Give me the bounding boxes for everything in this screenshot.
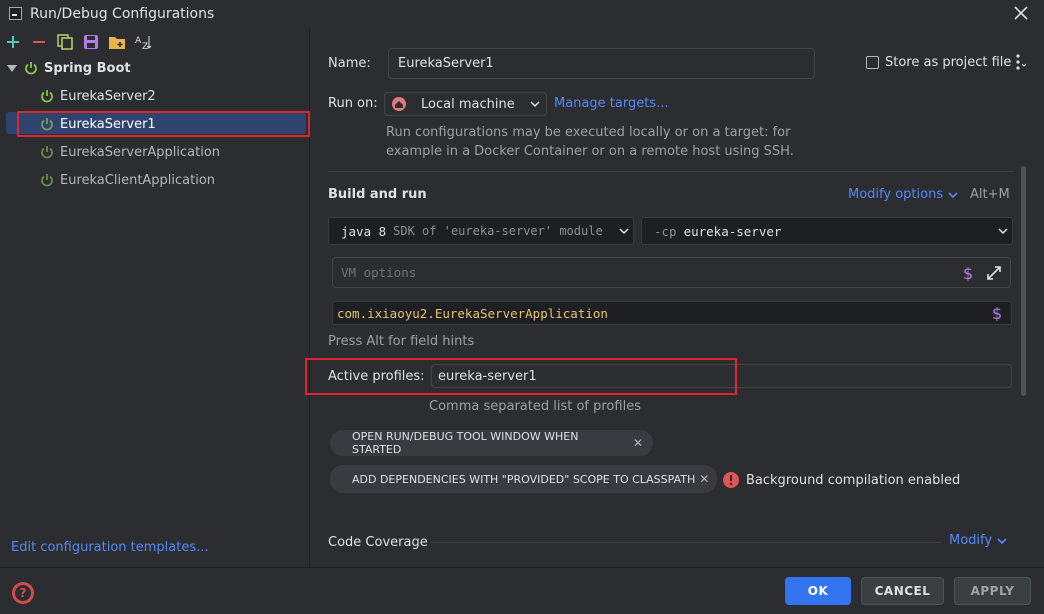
- ok-button[interactable]: OK: [785, 577, 851, 605]
- more-options-button[interactable]: [1013, 52, 1027, 76]
- classpath-module-dropdown[interactable]: -cp eureka-server: [641, 217, 1013, 245]
- help-icon: ?: [15, 585, 31, 601]
- more-vertical-icon: [1016, 54, 1027, 70]
- code-coverage-title: Code Coverage: [328, 535, 428, 550]
- modify-code-coverage-button[interactable]: Modify: [949, 533, 1007, 548]
- remove-configuration-button[interactable]: [29, 32, 49, 52]
- chevron-down-icon: [997, 537, 1007, 544]
- modify-options-button[interactable]: Modify options: [848, 187, 958, 202]
- configuration-form-panel: Name: EurekaServer1 Store as project fil…: [305, 28, 1044, 567]
- run-on-hint-line-2: example in a Docker Container or on a re…: [386, 144, 794, 159]
- svg-text:A: A: [135, 36, 142, 46]
- divider: [328, 171, 1014, 172]
- minus-icon: [33, 41, 45, 43]
- main-class-value: com.ixiaoyu2.EurekaServerApplication: [337, 305, 608, 321]
- field-hints-text: Press Alt for field hints: [328, 334, 475, 349]
- chevron-down-icon: [530, 101, 540, 108]
- svg-text:$: $: [992, 304, 1002, 322]
- chevron-down-icon: [948, 191, 958, 198]
- tree-item-eurekaclientapplication[interactable]: EurekaClientApplication: [0, 167, 310, 193]
- spring-boot-icon: [41, 146, 53, 159]
- tree-item-label: EurekaClientApplication: [60, 172, 216, 188]
- modify-options-shortcut: Alt+M: [970, 187, 1010, 202]
- spring-boot-icon: [41, 90, 53, 103]
- copy-icon: [57, 34, 73, 50]
- option-chip-open-tool-window[interactable]: OPEN RUN/DEBUG TOOL WINDOW WHEN STARTED …: [330, 430, 653, 456]
- background-compilation-text: Background compilation enabled: [746, 472, 961, 488]
- background-compilation-warning: Background compilation enabled: [722, 471, 960, 489]
- dollar-icon: $: [992, 304, 1002, 322]
- classpath-value: eureka-server: [683, 223, 782, 239]
- cancel-button[interactable]: CANCEL: [861, 577, 944, 605]
- chevron-down-icon: [619, 228, 629, 235]
- add-configuration-button[interactable]: [3, 32, 23, 52]
- folder-add-icon: [109, 37, 125, 49]
- store-label: Store as project file: [885, 55, 1012, 70]
- close-icon[interactable]: ✕: [699, 472, 709, 486]
- annotation-highlight-box: [305, 358, 737, 395]
- move-to-folder-button[interactable]: [107, 32, 127, 52]
- sort-alpha-icon: AZ: [135, 36, 152, 50]
- jdk-detail: SDK of 'eureka-server' module: [393, 224, 603, 238]
- annotation-highlight-box: [17, 111, 310, 137]
- help-button[interactable]: ?: [12, 582, 34, 604]
- save-icon: [84, 35, 98, 49]
- name-field[interactable]: EurekaServer1: [388, 48, 815, 79]
- chevron-down-icon: [998, 228, 1008, 235]
- tree-item-label: EurekaServerApplication: [60, 144, 221, 160]
- name-label: Name:: [328, 56, 371, 71]
- title-bar: Run/Debug Configurations: [0, 0, 1044, 28]
- spring-boot-icon: [25, 62, 37, 75]
- copy-configuration-button[interactable]: [55, 32, 75, 52]
- run-on-dropdown[interactable]: Local machine: [384, 92, 547, 116]
- close-icon: [1014, 6, 1028, 20]
- divider: [431, 542, 941, 543]
- vm-options-field[interactable]: VM options $: [332, 257, 1011, 288]
- save-configuration-button[interactable]: [81, 32, 101, 52]
- tree-group-spring-boot[interactable]: Spring Boot: [0, 55, 310, 81]
- close-icon[interactable]: ✕: [633, 436, 643, 450]
- modify-label: Modify: [949, 533, 993, 548]
- active-profiles-hint: Comma separated list of profiles: [429, 399, 641, 414]
- chip-label: ADD DEPENDENCIES WITH "PROVIDED" SCOPE T…: [352, 472, 696, 486]
- plus-icon: [7, 36, 19, 48]
- svg-text:$: $: [963, 264, 973, 282]
- run-on-value: Local machine: [421, 96, 515, 112]
- jdk-version: java 8: [341, 223, 387, 239]
- window-title: Run/Debug Configurations: [30, 6, 215, 22]
- edit-templates-link[interactable]: Edit configuration templates...: [11, 540, 209, 555]
- vm-options-placeholder: VM options: [341, 265, 417, 280]
- error-icon: [723, 472, 739, 488]
- tree-item-label: EurekaServer2: [60, 88, 156, 104]
- store-as-project-checkbox[interactable]: Store as project file: [866, 55, 1011, 70]
- local-machine-icon: [392, 97, 406, 111]
- app-icon: [9, 7, 22, 20]
- jdk-dropdown[interactable]: java 8 SDK of 'eureka-server' module: [328, 217, 634, 245]
- dollar-icon: $: [963, 264, 973, 282]
- build-and-run-title: Build and run: [328, 187, 427, 202]
- apply-button[interactable]: APPLY: [954, 577, 1031, 605]
- run-on-label: Run on:: [328, 96, 378, 111]
- modify-options-label: Modify options: [848, 187, 944, 202]
- run-on-hint-line-1: Run configurations may be executed local…: [386, 125, 791, 140]
- vertical-scrollbar[interactable]: [1021, 166, 1026, 396]
- tree-item-eurekaserverapplication[interactable]: EurekaServerApplication: [0, 139, 310, 165]
- chevron-down-icon: [7, 65, 17, 72]
- manage-targets-link[interactable]: Manage targets...: [554, 96, 668, 111]
- classpath-prefix: -cp: [654, 223, 677, 239]
- expand-icon: [987, 265, 1001, 280]
- tree-item-eurekaserver2[interactable]: EurekaServer2: [0, 83, 310, 109]
- configurations-tree-panel: AZ Spring Boot EurekaServer2 EurekaServe…: [0, 28, 310, 567]
- spring-boot-icon: [41, 174, 53, 187]
- sort-button[interactable]: AZ: [133, 32, 153, 52]
- close-button[interactable]: [1010, 2, 1032, 24]
- chip-label: OPEN RUN/DEBUG TOOL WINDOW WHEN STARTED: [352, 430, 579, 456]
- name-value: EurekaServer1: [398, 56, 494, 71]
- main-class-field[interactable]: com.ixiaoyu2.EurekaServerApplication $: [332, 301, 1012, 325]
- checkbox-box: [866, 56, 879, 69]
- option-chip-provided-scope[interactable]: ADD DEPENDENCIES WITH "PROVIDED" SCOPE T…: [330, 465, 717, 493]
- tree-group-label: Spring Boot: [44, 60, 131, 76]
- dialog-button-bar: ? OK CANCEL APPLY: [0, 567, 1044, 614]
